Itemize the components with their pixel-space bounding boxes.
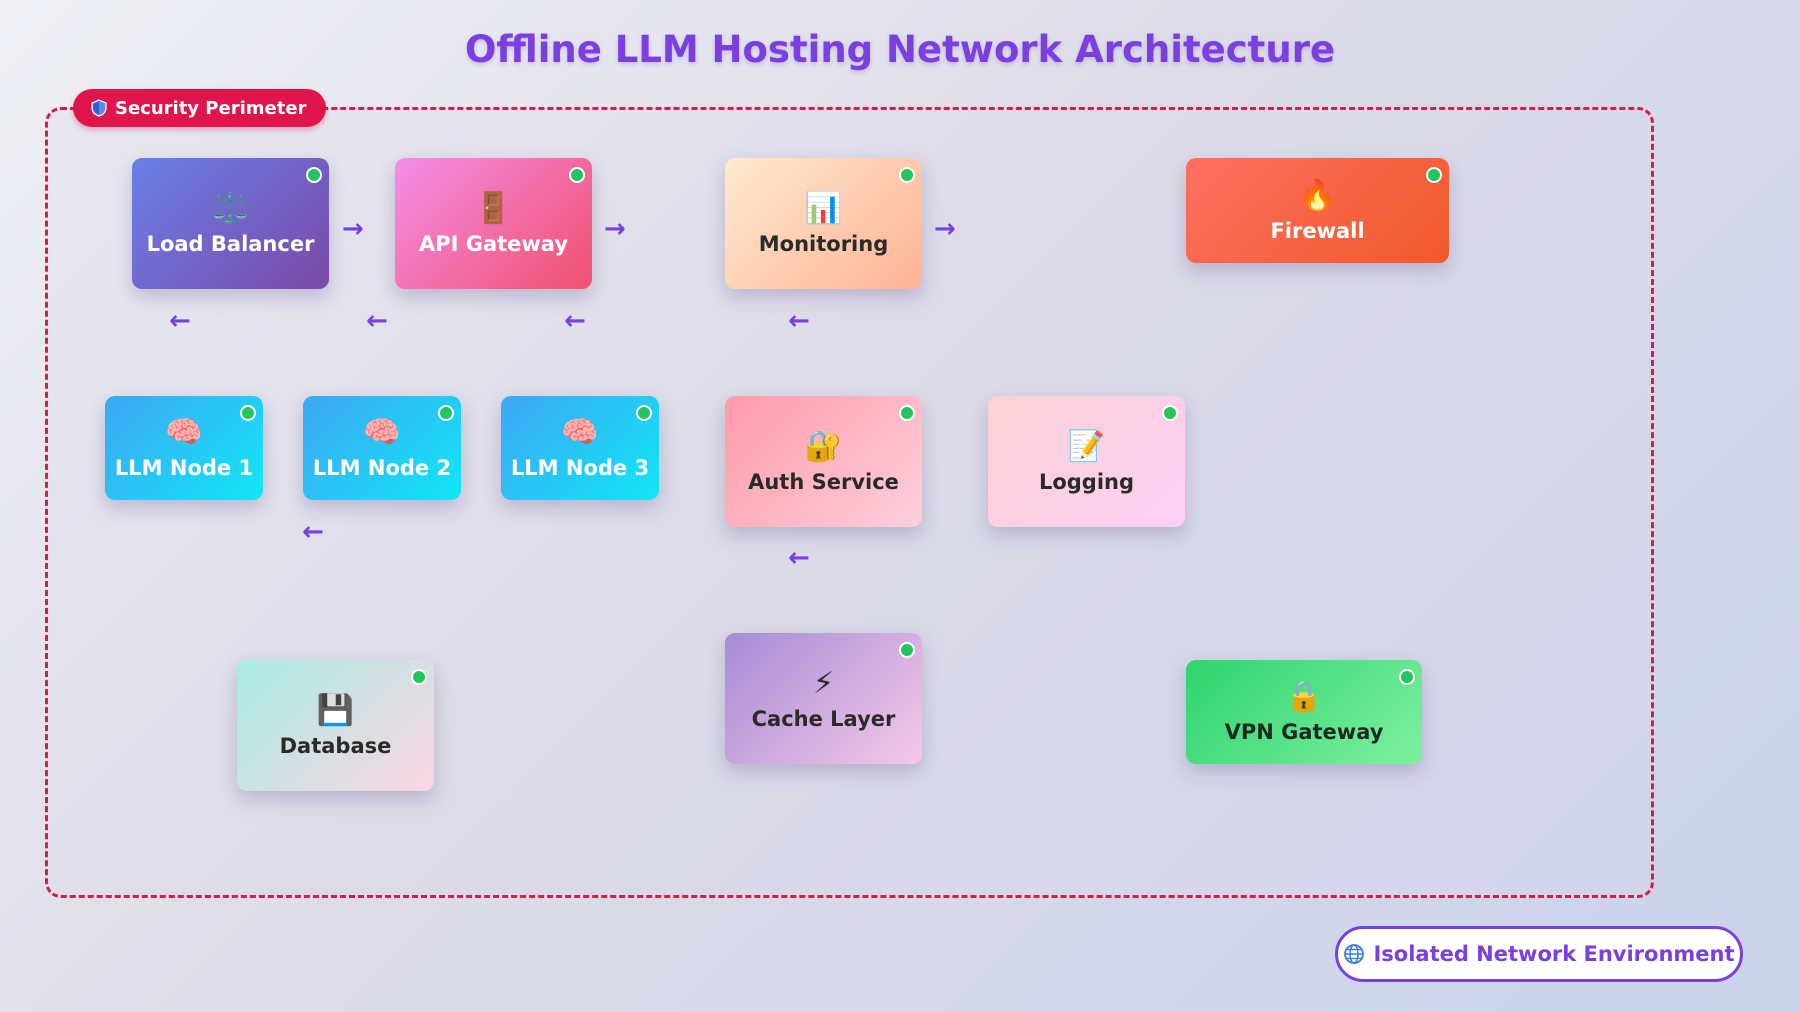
firewall-node[interactable]: 🔥 Firewall — [1186, 158, 1449, 263]
arrow-right: → — [604, 214, 626, 244]
status-online-dot — [636, 405, 652, 421]
status-online-dot — [438, 405, 454, 421]
shield-icon — [91, 99, 107, 117]
load-balancer-node[interactable]: ⚖️ Load Balancer — [132, 158, 329, 289]
brain-icon: 🧠 — [561, 415, 599, 450]
arrow-left: ← — [564, 306, 586, 336]
arrow-right: → — [342, 214, 364, 244]
status-online-dot — [411, 669, 427, 685]
auth-service-node[interactable]: 🔐 Auth Service — [725, 396, 922, 527]
brain-icon: 🧠 — [165, 415, 203, 450]
security-perimeter-badge: Security Perimeter — [73, 89, 327, 127]
vpn-gateway-node[interactable]: 🔒 VPN Gateway — [1186, 660, 1422, 764]
arrow-left: ← — [788, 306, 810, 336]
llm-node-3[interactable]: 🧠 LLM Node 3 — [501, 396, 659, 500]
node-label: Database — [279, 733, 392, 758]
status-online-dot — [1426, 167, 1442, 183]
scale-icon: ⚖️ — [211, 190, 250, 226]
monitoring-node[interactable]: 📊 Monitoring — [725, 158, 922, 289]
memo-icon: 📝 — [1067, 428, 1106, 464]
arrow-left: ← — [302, 517, 324, 547]
cache-layer-node[interactable]: ⚡ Cache Layer — [725, 633, 922, 764]
lightning-icon: ⚡ — [812, 665, 835, 701]
node-label: Cache Layer — [751, 706, 896, 731]
security-perimeter-label: Security Perimeter — [115, 97, 307, 119]
diagram-title: Offline LLM Hosting Network Architecture — [464, 28, 1336, 71]
padlock-icon: 🔒 — [1285, 679, 1323, 714]
door-icon: 🚪 — [474, 190, 513, 226]
llm-node-1[interactable]: 🧠 LLM Node 1 — [105, 396, 263, 500]
node-label: LLM Node 3 — [510, 456, 650, 480]
arrow-right: → — [934, 214, 956, 244]
status-online-dot — [1399, 669, 1415, 685]
node-label: Monitoring — [758, 231, 889, 256]
arrow-left: ← — [788, 543, 810, 573]
node-label: Logging — [1038, 469, 1135, 494]
node-label: Firewall — [1270, 218, 1365, 243]
brain-icon: 🧠 — [363, 415, 401, 450]
status-online-dot — [899, 642, 915, 658]
globe-icon — [1344, 944, 1365, 964]
lock-key-icon: 🔐 — [804, 428, 843, 464]
database-node[interactable]: 💾 Database — [237, 660, 434, 791]
status-online-dot — [899, 405, 915, 421]
status-online-dot — [306, 167, 322, 183]
api-gateway-node[interactable]: 🚪 API Gateway — [395, 158, 592, 289]
logging-node[interactable]: 📝 Logging — [988, 396, 1185, 527]
status-online-dot — [1162, 405, 1178, 421]
isolated-network-badge: Isolated Network Environment — [1335, 926, 1743, 982]
llm-node-2[interactable]: 🧠 LLM Node 2 — [303, 396, 461, 500]
node-label: LLM Node 1 — [114, 456, 254, 480]
node-label: VPN Gateway — [1224, 720, 1384, 744]
node-label: Auth Service — [748, 469, 899, 494]
bar-chart-icon: 📊 — [804, 190, 843, 226]
isolated-network-label: Isolated Network Environment — [1373, 942, 1735, 966]
arrow-left: ← — [366, 306, 388, 336]
status-online-dot — [899, 167, 915, 183]
node-label: API Gateway — [418, 231, 569, 256]
arrow-left: ← — [169, 306, 191, 336]
status-online-dot — [569, 167, 585, 183]
status-online-dot — [240, 405, 256, 421]
floppy-disk-icon: 💾 — [316, 692, 355, 728]
fire-icon: 🔥 — [1298, 177, 1337, 213]
node-label: LLM Node 2 — [312, 456, 452, 480]
node-label: Load Balancer — [146, 231, 315, 256]
